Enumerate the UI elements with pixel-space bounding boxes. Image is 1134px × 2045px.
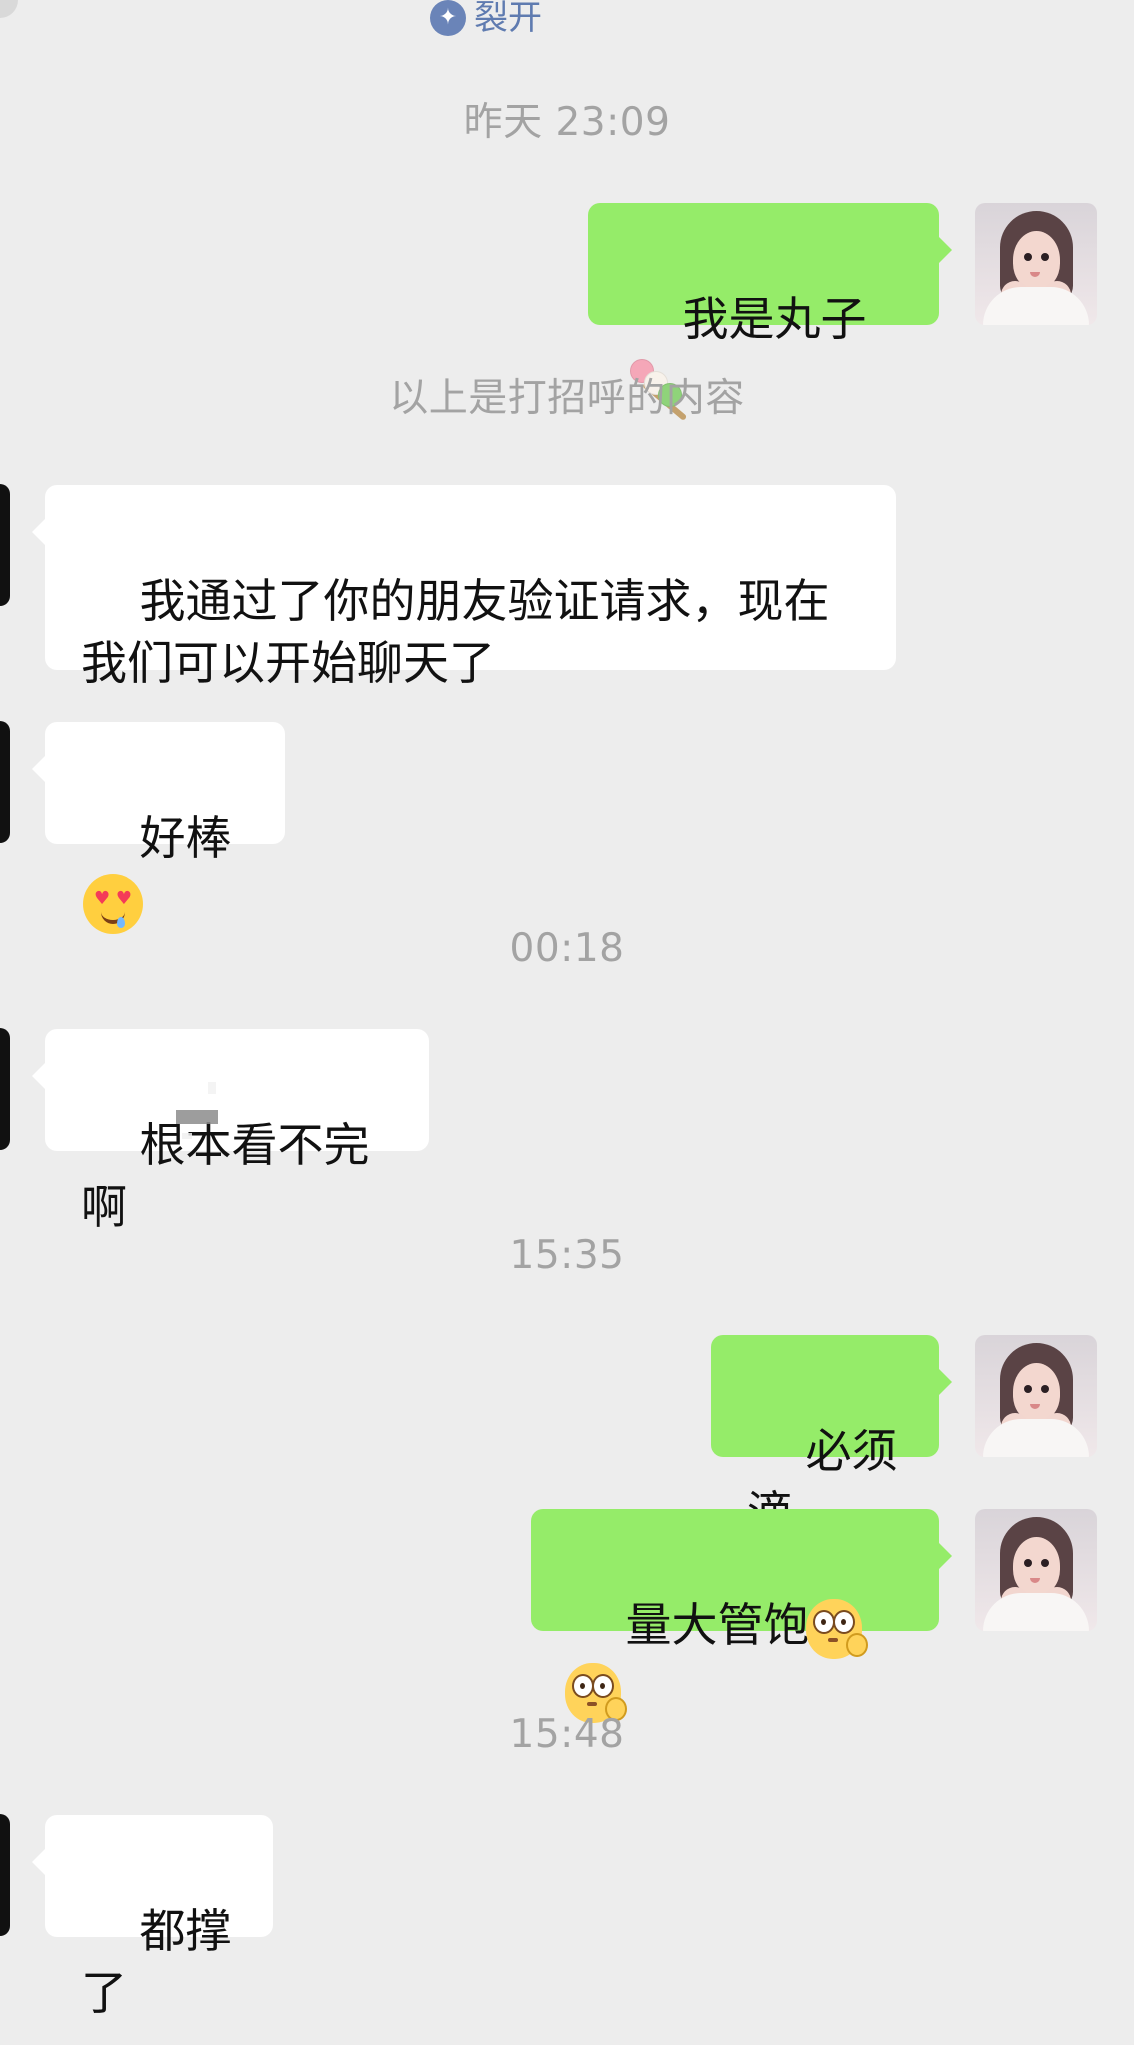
message-bubble-other-1[interactable]: 我通过了你的朋友验证请求，现在 我们可以开始聊天了	[32, 485, 896, 690]
shy-mouth	[587, 1702, 597, 1706]
heart-eye-right: ♥	[115, 887, 132, 909]
shy-eye-right	[832, 1609, 855, 1634]
message-bubble-self-2[interactable]: 必须滴	[711, 1335, 952, 1540]
self-avatar[interactable]	[975, 1509, 1097, 1631]
heart-eye-left: ♥	[94, 887, 111, 909]
avatar-eye-right	[1041, 253, 1049, 261]
shy-face-emoji-icon	[805, 1598, 868, 1659]
message-text: 我通过了你的朋友验证请求，现在 我们可以开始聊天了	[81, 574, 830, 690]
message-bubble-other-3[interactable]: 根本看不完啊	[32, 1029, 429, 1234]
avatar-face	[1013, 1363, 1060, 1421]
message-bubble-other-4[interactable]: 都撑了	[32, 1815, 273, 2020]
message-bubble-self-1[interactable]: 我是丸子	[588, 203, 952, 421]
message-bubble-self-3[interactable]: 量大管饱	[531, 1509, 952, 1723]
avatar-shoulder	[983, 1419, 1089, 1457]
timestamp-15-35: 15:35	[509, 1233, 625, 1278]
avatar-shoulder	[983, 1593, 1089, 1631]
message-text: 我是丸子	[682, 292, 867, 346]
shy-mouth	[827, 1637, 838, 1642]
avatar-face	[1013, 231, 1060, 289]
avatar-eye-left	[1024, 253, 1032, 261]
chat-screen: ✦ 裂开 昨天 23:09 我是丸子 以上是打招呼的内容 我通过了你的朋友验证请…	[0, 0, 1134, 2045]
message-text: 好棒	[139, 811, 232, 865]
shy-eye-left	[572, 1674, 594, 1698]
message-text: 都撑了	[81, 1904, 232, 2020]
top-tag-label: 裂开	[474, 0, 542, 38]
avatar-eye-right	[1041, 1385, 1049, 1393]
avatar-shoulder	[983, 287, 1089, 325]
left-avatar-edge	[0, 721, 10, 843]
drool-drop	[117, 916, 125, 928]
message-text: 量大管饱	[625, 1598, 810, 1652]
spark-icon: ✦	[430, 0, 466, 36]
left-avatar-edge	[0, 1028, 10, 1150]
message-bubble-other-2[interactable]: 好棒 ♥ ♥	[32, 722, 285, 934]
shy-eye-right	[592, 1674, 614, 1698]
timestamp-15-48: 15:48	[509, 1712, 625, 1757]
shy-eye-left	[812, 1609, 835, 1634]
left-avatar-edge	[0, 1814, 10, 1936]
top-corner-tab	[0, 0, 18, 18]
left-avatar-edge	[0, 484, 10, 606]
avatar-eye-left	[1024, 1559, 1032, 1567]
avatar-eye-left	[1024, 1385, 1032, 1393]
avatar-eye-right	[1041, 1559, 1049, 1567]
shy-hand	[845, 1632, 868, 1657]
timestamp-00-18: 00:18	[509, 926, 625, 971]
heart-eyes-drool-emoji-icon: ♥ ♥	[83, 873, 143, 934]
self-avatar[interactable]	[975, 203, 1097, 325]
top-tag: ✦ 裂开	[430, 0, 542, 38]
self-avatar[interactable]	[975, 1335, 1097, 1457]
greeting-boundary-note: 以上是打招呼的内容	[389, 376, 745, 421]
avatar-face	[1013, 1537, 1060, 1595]
timestamp-yesterday: 昨天 23:09	[463, 100, 671, 145]
message-text: 根本看不完啊	[81, 1118, 370, 1234]
